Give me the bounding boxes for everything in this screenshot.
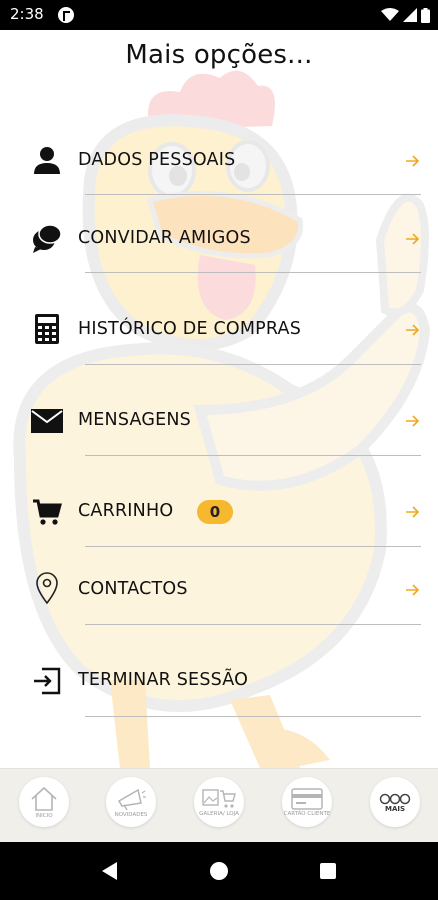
- arrow-right-icon: [406, 584, 420, 596]
- tab-galeria-loja[interactable]: GALERIA/ LOJA: [194, 777, 244, 827]
- divider: [85, 716, 421, 717]
- arrow-right-icon: [406, 415, 420, 427]
- home-icon: [31, 786, 57, 811]
- divider: [85, 272, 421, 273]
- tab-inicio[interactable]: INICIO: [19, 777, 69, 827]
- menu-item-label: CARRINHO: [78, 501, 174, 521]
- status-icons: [381, 6, 430, 24]
- location-pin-icon: [30, 571, 64, 605]
- wifi-icon: [381, 8, 399, 21]
- tab-label: MAIS: [384, 804, 406, 813]
- tab-cartao-cliente[interactable]: CARTÃO CLIENTE: [282, 777, 332, 827]
- menu-item-label: MENSAGENS: [78, 410, 191, 430]
- battery-icon: [421, 7, 430, 23]
- arrow-right-icon: [406, 233, 420, 245]
- divider: [85, 194, 421, 195]
- menu-item-convidar-amigos[interactable]: CONVIDAR AMIGOS: [0, 204, 438, 274]
- bottom-tab-bar: INICIO NOVIDADES GALERIA/ LOJA CARTÃO CL…: [0, 768, 438, 842]
- system-nav-bar: [0, 842, 438, 900]
- chat-bubbles-icon: [30, 221, 64, 255]
- menu-item-label: CONVIDAR AMIGOS: [78, 228, 251, 248]
- menu-item-label: HISTÓRICO DE COMPRAS: [78, 319, 302, 339]
- logout-icon: [30, 664, 64, 698]
- envelope-icon: [30, 404, 64, 438]
- menu-item-mensagens[interactable]: MENSAGENS: [0, 386, 438, 456]
- more-icon: [379, 793, 411, 804]
- menu-item-contactos[interactable]: CONTACTOS: [0, 555, 438, 625]
- megaphone-icon: [117, 788, 146, 810]
- arrow-right-icon: [406, 324, 420, 336]
- cart-icon: [30, 495, 64, 529]
- arrow-right-icon: [406, 506, 420, 518]
- arrow-right-icon: [406, 155, 420, 167]
- divider: [85, 546, 421, 547]
- divider: [85, 364, 421, 365]
- cell-signal-icon: [403, 8, 417, 22]
- menu-item-label: CONTACTOS: [78, 579, 188, 599]
- gallery-cart-icon: [202, 788, 236, 808]
- calculator-icon: [30, 312, 64, 346]
- tab-label: NOVIDADES: [114, 811, 148, 818]
- divider: [85, 624, 421, 625]
- menu-item-dados-pessoais[interactable]: DADOS PESSOAIS: [0, 126, 438, 196]
- app-notification-icon: [58, 7, 74, 23]
- menu-item-label: DADOS PESSOAIS: [78, 150, 236, 170]
- card-icon: [291, 787, 323, 810]
- tab-label: GALERIA/ LOJA: [199, 810, 239, 817]
- status-time: 2:38: [10, 5, 44, 23]
- person-icon: [30, 143, 64, 177]
- menu-item-carrinho[interactable]: CARRINHO 0: [0, 477, 438, 547]
- tab-label: INICIO: [35, 812, 53, 819]
- status-bar: 2:38: [0, 0, 438, 30]
- back-icon[interactable]: [100, 861, 118, 881]
- home-button-icon[interactable]: [210, 862, 228, 880]
- menu-item-terminar-sessao[interactable]: TERMINAR SESSÃO: [0, 646, 438, 717]
- recents-icon[interactable]: [320, 863, 336, 879]
- cart-count-badge: 0: [197, 500, 233, 524]
- tab-novidades[interactable]: NOVIDADES: [106, 777, 156, 827]
- divider: [85, 455, 421, 456]
- tab-mais[interactable]: MAIS: [370, 777, 420, 827]
- menu-item-label: TERMINAR SESSÃO: [78, 670, 249, 690]
- menu-item-historico-de-compras[interactable]: HISTÓRICO DE COMPRAS: [0, 295, 438, 365]
- page-title: Mais opções...: [125, 40, 313, 70]
- tab-label: CARTÃO CLIENTE: [283, 810, 331, 817]
